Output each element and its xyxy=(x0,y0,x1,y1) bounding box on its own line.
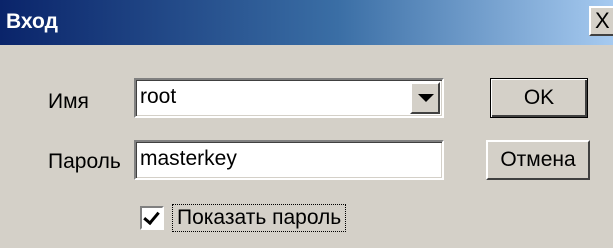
name-value: root xyxy=(140,85,177,108)
show-password-checkbox[interactable] xyxy=(140,206,164,230)
title-bar: Вход X xyxy=(0,0,613,45)
cancel-button-label: Отмена xyxy=(500,148,576,171)
password-label: Пароль xyxy=(48,150,121,173)
close-icon: X xyxy=(595,8,610,33)
window-title: Вход xyxy=(6,10,58,33)
show-password-label[interactable]: Показать пароль xyxy=(172,204,347,232)
name-combobox[interactable]: root xyxy=(134,78,444,118)
ok-button-label: OK xyxy=(523,86,555,109)
password-value: masterkey xyxy=(140,147,237,170)
checkmark-icon xyxy=(143,207,160,226)
ok-button[interactable]: OK xyxy=(490,78,588,118)
name-label: Имя xyxy=(48,90,89,113)
chevron-down-icon xyxy=(418,94,434,102)
name-dropdown-button[interactable] xyxy=(410,82,440,114)
cancel-button[interactable]: Отмена xyxy=(486,140,590,180)
password-field[interactable]: masterkey xyxy=(134,140,444,180)
close-button[interactable]: X xyxy=(589,6,613,36)
